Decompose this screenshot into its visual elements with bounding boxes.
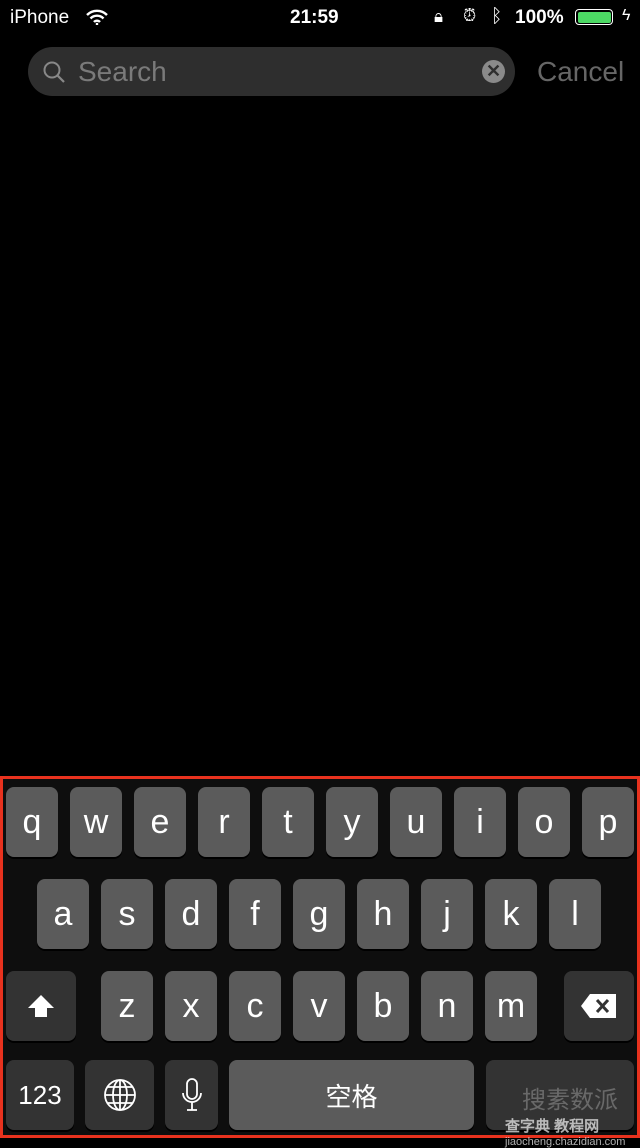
key-h[interactable]: h: [357, 879, 409, 949]
keyboard: q w e r t y u i o p a s d f g h j k l z x c v b n m 123 空格: [0, 776, 640, 1138]
carrier: iPhone: [10, 7, 70, 28]
cancel-button[interactable]: Cancel: [537, 56, 624, 88]
clear-icon[interactable]: ✕: [482, 60, 505, 83]
key-e[interactable]: e: [134, 787, 186, 857]
key-z[interactable]: z: [101, 971, 153, 1041]
globe-key[interactable]: [85, 1060, 154, 1130]
wifi-icon: [86, 9, 108, 25]
key-p[interactable]: p: [582, 787, 634, 857]
key-r[interactable]: r: [198, 787, 250, 857]
status-bar: iPhone 21:59 🔒︎ ⏰︎ ᛒ 100% ϟ: [0, 0, 640, 36]
key-d[interactable]: d: [165, 879, 217, 949]
key-k[interactable]: k: [485, 879, 537, 949]
charging-icon: ϟ: [622, 7, 631, 24]
key-a[interactable]: a: [37, 879, 89, 949]
shift-icon: [28, 995, 54, 1017]
delete-key[interactable]: [564, 971, 634, 1041]
key-q[interactable]: q: [6, 787, 58, 857]
key-u[interactable]: u: [390, 787, 442, 857]
clock: 21:59: [290, 7, 339, 28]
key-c[interactable]: c: [229, 971, 281, 1041]
key-b[interactable]: b: [357, 971, 409, 1041]
return-key[interactable]: [486, 1060, 634, 1130]
key-o[interactable]: o: [518, 787, 570, 857]
key-m[interactable]: m: [485, 971, 537, 1041]
search-placeholder: Search: [78, 56, 167, 87]
key-t[interactable]: t: [262, 787, 314, 857]
bluetooth-icon: ᛒ: [491, 6, 503, 27]
key-v[interactable]: v: [293, 971, 345, 1041]
key-n[interactable]: n: [421, 971, 473, 1041]
search-icon: [43, 61, 65, 83]
alarm-icon: ⏰︎: [463, 6, 477, 25]
globe-icon: [103, 1079, 136, 1111]
key-j[interactable]: j: [421, 879, 473, 949]
key-i[interactable]: i: [454, 787, 506, 857]
key-l[interactable]: l: [549, 879, 601, 949]
key-x[interactable]: x: [165, 971, 217, 1041]
key-f[interactable]: f: [229, 879, 281, 949]
space-key[interactable]: 空格: [229, 1060, 474, 1130]
key-w[interactable]: w: [70, 787, 122, 857]
numbers-key[interactable]: 123: [6, 1060, 74, 1130]
rotation-lock-icon: 🔒︎: [434, 7, 444, 26]
key-g[interactable]: g: [293, 879, 345, 949]
microphone-icon: [181, 1078, 202, 1111]
battery-percent: 100%: [515, 7, 564, 28]
key-s[interactable]: s: [101, 879, 153, 949]
battery-icon: [575, 9, 613, 25]
shift-key[interactable]: [6, 971, 76, 1041]
microphone-key[interactable]: [165, 1060, 218, 1130]
key-y[interactable]: y: [326, 787, 378, 857]
search-field[interactable]: Search ✕: [28, 47, 515, 96]
delete-icon: [581, 994, 616, 1018]
